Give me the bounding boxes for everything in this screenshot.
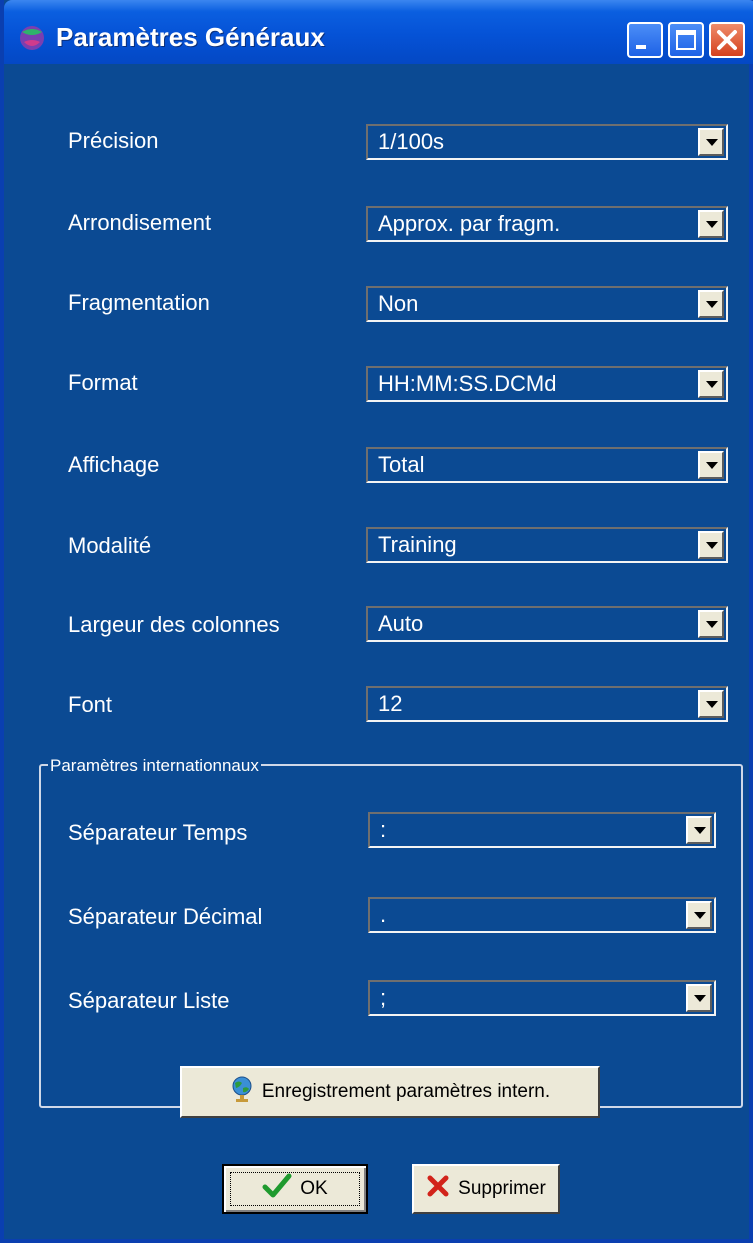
chevron-down-icon[interactable] bbox=[698, 531, 724, 559]
fragmentation-value: Non bbox=[378, 291, 419, 316]
list-separator-value: ; bbox=[380, 985, 387, 1010]
column-width-select[interactable]: Auto bbox=[366, 606, 728, 642]
column-width-value: Auto bbox=[378, 611, 424, 636]
time-separator-label: Séparateur Temps bbox=[68, 820, 248, 845]
font-label: Font bbox=[68, 692, 113, 717]
rounding-value: Approx. par fragm. bbox=[378, 211, 561, 236]
chevron-down-icon[interactable] bbox=[698, 128, 724, 156]
format-value: HH:MM:SS.DCMd bbox=[378, 371, 557, 396]
chevron-down-icon[interactable] bbox=[698, 610, 724, 638]
time-separator-select[interactable]: : bbox=[368, 812, 716, 848]
mode-label: Modalité bbox=[68, 533, 152, 558]
red-x-icon bbox=[426, 1174, 450, 1204]
globe-icon bbox=[230, 1076, 254, 1108]
display-select[interactable]: Total bbox=[366, 447, 728, 483]
rounding-label: Arrondisement bbox=[68, 210, 212, 235]
maximize-icon bbox=[676, 30, 696, 50]
close-icon bbox=[717, 30, 737, 50]
chevron-down-icon[interactable] bbox=[698, 290, 724, 318]
close-button[interactable] bbox=[709, 22, 745, 58]
fragmentation-label: Fragmentation bbox=[68, 290, 210, 315]
window-title: Paramètres Généraux bbox=[56, 22, 325, 52]
precision-select[interactable]: 1/100s bbox=[366, 124, 728, 160]
fragmentation-select[interactable]: Non bbox=[366, 286, 728, 322]
minimize-button[interactable] bbox=[627, 22, 663, 58]
settings-window: Paramètres Généraux Précision 1/100s Arr… bbox=[0, 0, 753, 1243]
font-value: 12 bbox=[378, 691, 403, 716]
international-legend: Paramètres internationnaux bbox=[48, 756, 261, 776]
chevron-down-icon[interactable] bbox=[686, 984, 712, 1012]
ok-button[interactable]: OK bbox=[222, 1164, 368, 1214]
decimal-separator-value: . bbox=[380, 902, 387, 927]
maximize-button[interactable] bbox=[668, 22, 704, 58]
display-label: Affichage bbox=[68, 452, 160, 477]
list-separator-label: Séparateur Liste bbox=[68, 988, 230, 1013]
save-international-label: Enregistrement paramètres intern. bbox=[261, 1081, 551, 1102]
focus-ring bbox=[230, 1172, 360, 1206]
delete-label: Supprimer bbox=[458, 1178, 546, 1199]
precision-label: Précision bbox=[68, 128, 159, 153]
format-label: Format bbox=[68, 370, 138, 395]
app-icon bbox=[20, 26, 44, 50]
list-separator-select[interactable]: ; bbox=[368, 980, 716, 1016]
format-select[interactable]: HH:MM:SS.DCMd bbox=[366, 366, 728, 402]
mode-select[interactable]: Training bbox=[366, 527, 728, 563]
chevron-down-icon[interactable] bbox=[686, 816, 712, 844]
font-select[interactable]: 12 bbox=[366, 686, 728, 722]
mode-value: Training bbox=[378, 532, 457, 557]
chevron-down-icon[interactable] bbox=[698, 370, 724, 398]
title-bar[interactable]: Paramètres Généraux bbox=[4, 0, 753, 64]
precision-value: 1/100s bbox=[378, 129, 445, 154]
minimize-icon bbox=[636, 45, 646, 49]
decimal-separator-label: Séparateur Décimal bbox=[68, 904, 263, 929]
chevron-down-icon[interactable] bbox=[698, 690, 724, 718]
column-width-label: Largeur des colonnes bbox=[68, 612, 280, 637]
rounding-select[interactable]: Approx. par fragm. bbox=[366, 206, 728, 242]
delete-button[interactable]: Supprimer bbox=[412, 1164, 560, 1214]
chevron-down-icon[interactable] bbox=[698, 451, 724, 479]
display-value: Total bbox=[378, 452, 425, 477]
save-international-button[interactable]: Enregistrement paramètres intern. bbox=[180, 1066, 600, 1118]
time-separator-value: : bbox=[380, 817, 387, 842]
chevron-down-icon[interactable] bbox=[686, 901, 712, 929]
chevron-down-icon[interactable] bbox=[698, 210, 724, 238]
decimal-separator-select[interactable]: . bbox=[368, 897, 716, 933]
